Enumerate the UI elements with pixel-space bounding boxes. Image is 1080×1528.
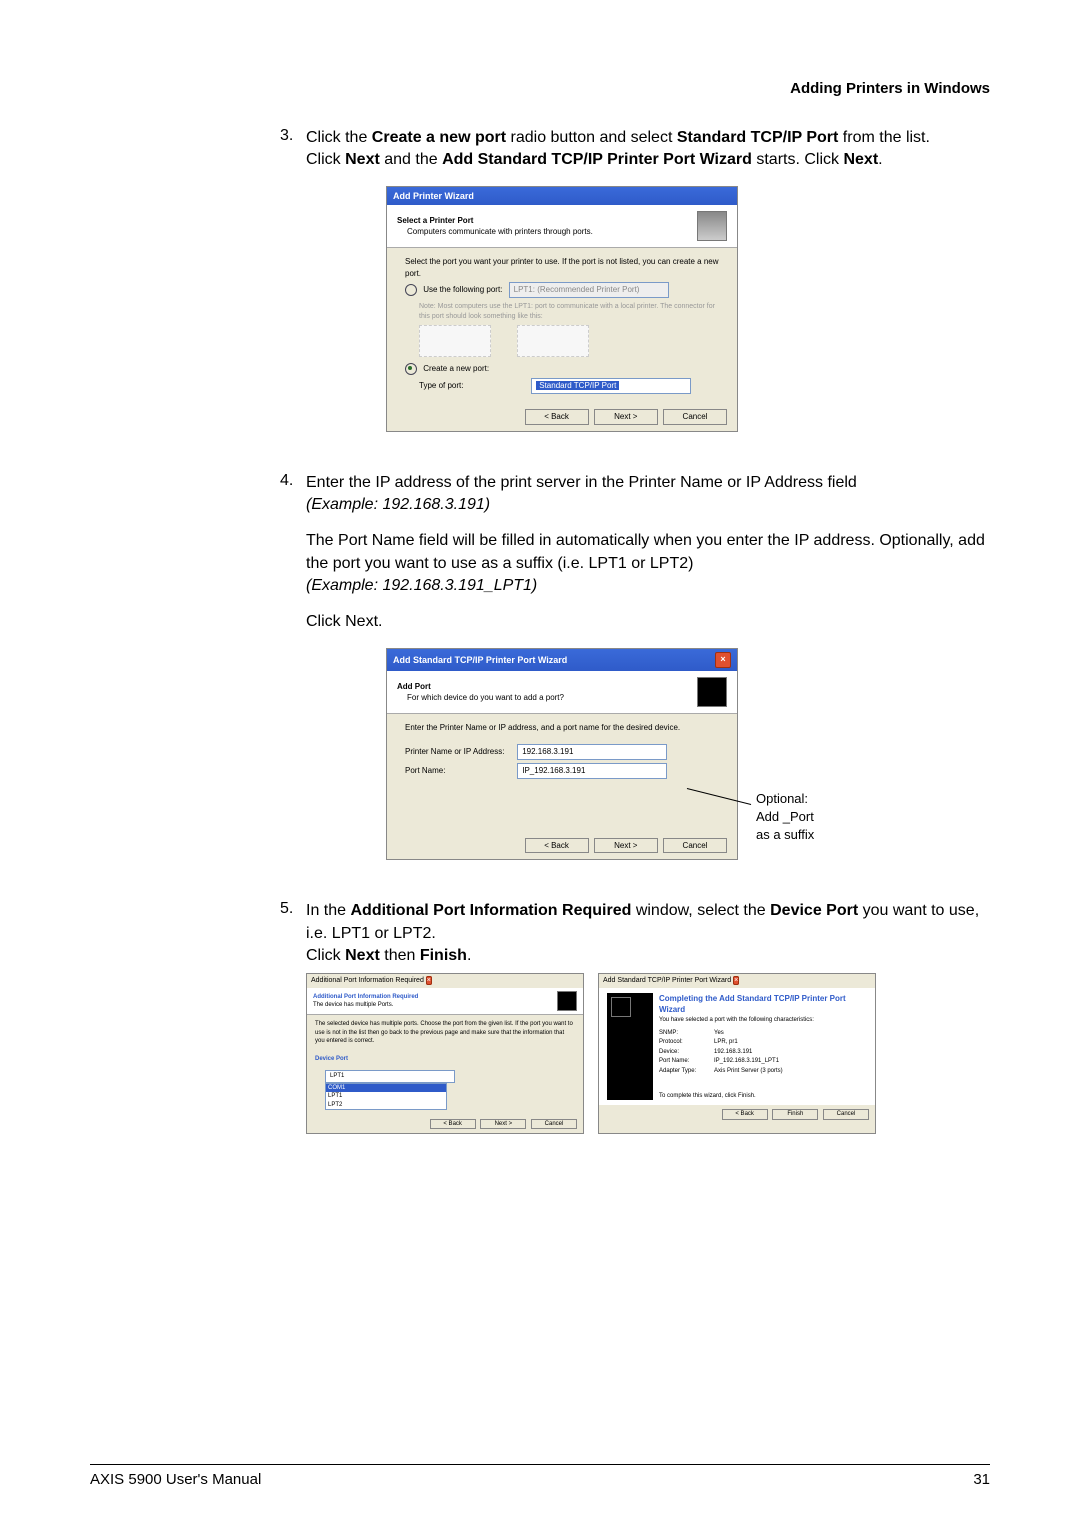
existing-port-select[interactable]: LPT1: (Recommended Printer Port): [509, 282, 669, 298]
dlg3-close-icon[interactable]: ×: [426, 976, 432, 985]
dlg3-back-button[interactable]: < Back: [430, 1119, 476, 1129]
dlg1-titlebar: Add Printer Wizard: [387, 187, 737, 206]
add-printer-wizard-dialog: Add Printer Wizard Select a Printer Port…: [386, 186, 738, 432]
dlg2-titlebar: Add Standard TCP/IP Printer Port Wizard …: [387, 649, 737, 671]
dlg2-intro: Enter the Printer Name or IP address, an…: [405, 722, 719, 733]
dlg1-header-sub: Computers communicate with printers thro…: [407, 226, 593, 237]
device-port-select[interactable]: LPT1: [325, 1070, 455, 1083]
add-port-wizard-dialog: Add Standard TCP/IP Printer Port Wizard …: [386, 648, 738, 860]
step5-line1: In the Additional Port Information Requi…: [306, 900, 990, 945]
network-printer-icon: [611, 997, 631, 1017]
dlg3-header-sub: The device has multiple Ports.: [313, 1001, 418, 1009]
step4-line2: The Port Name field will be filled in au…: [306, 530, 990, 575]
dlg3-next-button[interactable]: Next >: [480, 1119, 526, 1129]
dlg3-title: Additional Port Information Required: [311, 977, 424, 984]
dlg1-intro: Select the port you want your printer to…: [405, 256, 719, 278]
dlg4-titlebar: Add Standard TCP/IP Printer Port Wizard …: [599, 974, 875, 988]
completing-wizard-dialog: Add Standard TCP/IP Printer Port Wizard …: [598, 973, 876, 1134]
step4-line1: Enter the IP address of the print server…: [306, 472, 990, 494]
printer-icon: [697, 211, 727, 241]
annotation-text: Optional: Add _Port as a suffix: [756, 790, 814, 845]
connector-illustration-2: [517, 325, 589, 357]
dlg1-cancel-button[interactable]: Cancel: [663, 409, 727, 424]
dlg1-title: Add Printer Wizard: [393, 190, 474, 203]
step4-line3: Click Next.: [306, 611, 990, 633]
dlg4-back-button[interactable]: < Back: [722, 1109, 768, 1119]
step3-num: 3.: [280, 127, 306, 454]
port-type-label: Type of port:: [419, 380, 529, 391]
step4-num: 4.: [280, 472, 306, 883]
dlg2-close-icon[interactable]: ×: [715, 652, 731, 668]
port-type-select[interactable]: Standard TCP/IP Port: [531, 378, 691, 394]
addr-input[interactable]: 192.168.3.191: [517, 744, 667, 760]
port-name-input[interactable]: IP_192.168.3.191: [517, 763, 667, 779]
footer-left: AXIS 5900 User's Manual: [90, 1471, 261, 1488]
step3-line1: Click the Create a new port radio button…: [306, 127, 990, 149]
connector-illustration-1: [419, 325, 491, 357]
step5-line2: Click Next then Finish.: [306, 945, 990, 967]
dlg3-intro: The selected device has multiple ports. …: [315, 1020, 575, 1045]
dlg4-header-sub: You have selected a port with the follow…: [659, 1016, 867, 1024]
dlg3-titlebar: Additional Port Information Required ×: [307, 974, 583, 988]
additional-port-info-dialog: Additional Port Information Required × A…: [306, 973, 584, 1134]
create-new-port-radio[interactable]: [405, 363, 417, 375]
port-name-label: Port Name:: [405, 765, 515, 776]
dlg2-cancel-button[interactable]: Cancel: [663, 838, 727, 853]
dlg2-next-button[interactable]: Next >: [594, 838, 658, 853]
dlg4-header-bold: Completing the Add Standard TCP/IP Print…: [659, 993, 867, 1015]
device-port-options[interactable]: COM1 LPT1 LPT2: [325, 1083, 447, 1110]
dlg4-close-icon[interactable]: ×: [733, 976, 739, 985]
network-printer-icon: [697, 677, 727, 707]
section-header: Adding Printers in Windows: [280, 80, 990, 97]
dlg2-header-bold: Add Port: [397, 681, 564, 692]
step4-example1: (Example: 192.168.3.191): [306, 494, 990, 516]
use-existing-label: Use the following port:: [423, 285, 502, 294]
dlg4-title: Add Standard TCP/IP Printer Port Wizard: [603, 977, 731, 984]
network-printer-icon: [557, 991, 577, 1011]
dlg2-header-sub: For which device do you want to add a po…: [407, 692, 564, 703]
dlg3-cancel-button[interactable]: Cancel: [531, 1119, 577, 1129]
dlg4-finish-button[interactable]: Finish: [772, 1109, 818, 1119]
dlg4-cancel-button[interactable]: Cancel: [823, 1109, 869, 1119]
addr-label: Printer Name or IP Address:: [405, 746, 515, 757]
step4-example2: (Example: 192.168.3.191_LPT1): [306, 575, 990, 597]
dlg4-complete: To complete this wizard, click Finish.: [659, 1092, 867, 1100]
dlg1-next-button[interactable]: Next >: [594, 409, 658, 424]
dlg2-back-button[interactable]: < Back: [525, 838, 589, 853]
dlg1-note: Note: Most computers use the LPT1: port …: [419, 302, 719, 322]
footer-page-number: 31: [973, 1471, 990, 1488]
step5-num: 5.: [280, 900, 306, 1134]
device-port-label: Device Port: [315, 1055, 575, 1063]
step3-line2: Click Next and the Add Standard TCP/IP P…: [306, 149, 990, 171]
dlg1-header-bold: Select a Printer Port: [397, 215, 593, 226]
create-new-label: Create a new port:: [423, 364, 489, 373]
dlg3-header-bold: Additional Port Information Required: [313, 993, 418, 1001]
dlg1-back-button[interactable]: < Back: [525, 409, 589, 424]
dlg2-title: Add Standard TCP/IP Printer Port Wizard: [393, 654, 567, 667]
use-existing-port-radio[interactable]: [405, 284, 417, 296]
